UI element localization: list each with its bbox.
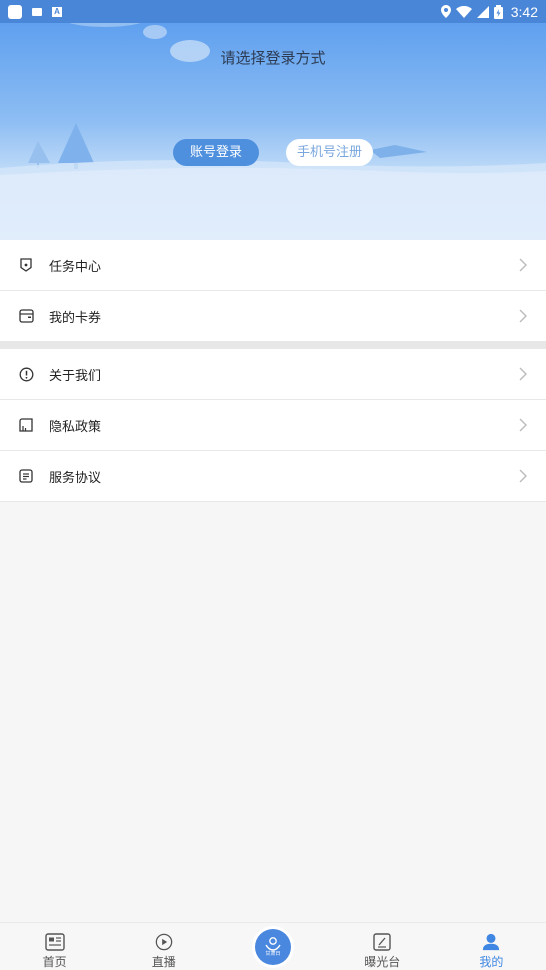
bottom-tab-bar: 首页 直播 甘肃日 曝光台 我的 [0,922,546,970]
app-notification-icon [8,4,22,19]
tab-home[interactable]: 首页 [0,923,109,970]
signal-icon [476,5,489,18]
account-login-button[interactable]: 账号登录 [173,139,259,166]
chevron-right-icon [519,309,527,323]
play-icon [155,933,173,951]
chevron-right-icon [519,367,527,381]
wallet-icon [18,308,34,324]
login-hero-banner: 请选择登录方式 账号登录 手机号注册 [0,23,546,240]
chevron-right-icon [519,258,527,272]
tab-exposure[interactable]: 曝光台 [328,923,437,970]
page-title: 请选择登录方式 [220,49,326,67]
edit-icon [373,933,391,951]
menu-item-about-us[interactable]: 关于我们 [0,349,546,400]
document-icon [18,468,34,484]
tab-mine[interactable]: 我的 [437,923,546,970]
chevron-right-icon [519,418,527,432]
tab-label: 我的 [479,955,504,969]
tab-label: 首页 [42,955,67,969]
center-logo-icon: 甘肃日 [255,929,291,965]
message-notification-icon [32,7,42,16]
user-icon [483,933,500,951]
menu-item-label: 服务协议 [49,470,102,486]
chevron-right-icon [519,469,527,483]
wifi-icon [455,5,472,18]
tab-live[interactable]: 直播 [109,923,218,970]
tab-label: 曝光台 [364,955,401,969]
menu-item-service-agreement[interactable]: 服务协议 [0,451,546,502]
a-notification-icon: A [52,6,62,17]
tab-label: 直播 [151,955,176,969]
phone-register-button[interactable]: 手机号注册 [286,139,373,166]
menu-item-label: 关于我们 [49,368,102,384]
battery-icon [493,4,503,19]
menu-item-label: 我的卡券 [49,310,102,326]
chart-doc-icon [18,417,34,433]
section-divider [0,341,546,349]
menu-group-secondary: 关于我们 隐私政策 服务协议 [0,349,546,502]
badge-icon [18,257,34,273]
menu-item-label: 任务中心 [49,259,102,275]
center-logo-text: 甘肃日 [265,951,281,957]
menu-item-label: 隐私政策 [49,419,102,435]
location-icon [440,5,451,18]
menu-group-primary: 任务中心 我的卡券 [0,240,546,342]
news-icon [44,933,65,951]
tab-center-logo[interactable]: 甘肃日 [218,923,327,970]
status-bar: A 3:42 [0,0,546,23]
menu-item-my-coupons[interactable]: 我的卡券 [0,291,546,342]
status-time: 3:42 [510,3,538,20]
menu-item-privacy-policy[interactable]: 隐私政策 [0,400,546,451]
menu-item-task-center[interactable]: 任务中心 [0,240,546,291]
info-icon [18,366,34,382]
